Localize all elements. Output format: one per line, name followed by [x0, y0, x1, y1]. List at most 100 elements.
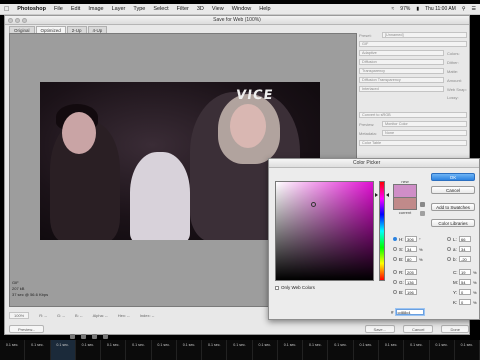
metadata-select[interactable]: None [382, 130, 467, 136]
first-frame-icon[interactable] [70, 334, 75, 339]
frame-delay-label[interactable]: 0.1 sec. [334, 343, 347, 347]
frame-delay-label[interactable]: 0.1 sec. [435, 343, 448, 347]
search-icon[interactable]: ⚲ [462, 6, 466, 12]
convert-srgb-checkbox[interactable]: Convert to sRGB [359, 112, 467, 118]
frame-delay-label[interactable]: 0.1 sec. [31, 343, 44, 347]
menu-image[interactable]: Image [88, 6, 103, 12]
lab-b-input[interactable]: -20 [459, 256, 471, 262]
frame-thumbnail[interactable]: 0.1 sec. [76, 340, 102, 360]
color-field-marker[interactable] [311, 202, 316, 207]
interlaced-checkbox[interactable]: Interlaced [359, 86, 444, 92]
menu-layer[interactable]: Layer [112, 6, 126, 12]
battery-percent[interactable]: 97% [400, 6, 410, 12]
cancel-button[interactable]: Cancel [402, 325, 434, 333]
menu-file[interactable]: File [54, 6, 63, 12]
menu-window[interactable]: Window [232, 6, 252, 12]
format-select[interactable]: GIF [359, 41, 467, 47]
frame-delay-label[interactable]: 0.1 sec. [461, 343, 474, 347]
clock[interactable]: Thu 11:00 AM [425, 6, 456, 12]
menu-help[interactable]: Help [259, 6, 270, 12]
menu-select[interactable]: Select [153, 6, 168, 12]
lab-a-radio[interactable] [447, 247, 451, 251]
dither-algorithm-select[interactable]: Diffusion [359, 59, 444, 65]
menu-view[interactable]: View [212, 6, 224, 12]
done-button[interactable]: Done [441, 325, 469, 333]
hue-input[interactable]: 306 [405, 236, 417, 242]
only-web-colors-checkbox[interactable] [275, 285, 279, 290]
frame-delay-label[interactable]: 0.1 sec. [233, 343, 246, 347]
frame-delay-label[interactable]: 0.1 sec. [258, 343, 271, 347]
frame-thumbnail[interactable]: 0.1 sec. [278, 340, 304, 360]
transparency-checkbox[interactable]: Transparency [359, 68, 444, 74]
frame-thumbnail[interactable]: 0.1 sec. [50, 340, 76, 360]
hue-radio[interactable] [393, 237, 397, 241]
close-window-icon[interactable] [8, 18, 13, 23]
lab-l-radio[interactable] [447, 237, 451, 241]
frame-thumbnail[interactable]: 0.1 sec. [328, 340, 354, 360]
transparency-dither-select[interactable]: Diffusion Transparency [359, 77, 444, 83]
hue-slider-left-arrow-icon[interactable] [375, 193, 378, 197]
picker-cancel-button[interactable]: Cancel [431, 186, 475, 194]
color-field[interactable] [275, 181, 374, 281]
frame-thumbnail[interactable]: 0.1 sec. [25, 340, 51, 360]
black-input[interactable]: 0 [459, 299, 471, 305]
color-libraries-button[interactable]: Color Libraries [431, 219, 475, 227]
red-input[interactable]: 205 [405, 269, 417, 275]
zoom-level-select[interactable]: 100% [9, 311, 30, 319]
preview-in-browser-button[interactable]: Preview... [9, 325, 45, 333]
frame-thumbnail[interactable]: 0.1 sec. [379, 340, 405, 360]
hue-slider[interactable] [379, 181, 385, 281]
frame-thumbnail[interactable]: 0.1 sec. [152, 340, 177, 360]
menu-filter[interactable]: Filter [177, 6, 189, 12]
blue-radio[interactable] [393, 290, 397, 294]
zoom-window-icon[interactable] [22, 18, 27, 23]
frame-delay-label[interactable]: 0.1 sec. [309, 343, 322, 347]
current-color-swatch[interactable] [393, 197, 417, 210]
brightness-radio[interactable] [393, 257, 397, 261]
prev-frame-icon[interactable] [81, 334, 86, 339]
blue-input[interactable]: 196 [405, 289, 417, 295]
frame-delay-label[interactable]: 0.1 sec. [410, 343, 423, 347]
frame-delay-label[interactable]: 0.1 sec. [183, 343, 196, 347]
frame-thumbnail[interactable]: 0.1 sec. [202, 340, 228, 360]
saturation-input[interactable]: 34 [405, 246, 417, 252]
frame-thumbnail[interactable]: 0.1 sec. [430, 340, 455, 360]
frame-delay-label[interactable]: 0.1 sec. [132, 343, 145, 347]
red-radio[interactable] [393, 270, 397, 274]
frame-delay-label[interactable]: 0.1 sec. [360, 343, 373, 347]
frame-thumbnail[interactable]: 0.1 sec. [404, 340, 430, 360]
wifi-icon[interactable]: ≈ [392, 6, 395, 12]
frame-delay-label[interactable]: 0.1 sec. [6, 343, 19, 347]
frame-thumbnail[interactable]: 0.1 sec. [354, 340, 379, 360]
menu-type[interactable]: Type [133, 6, 145, 12]
green-input[interactable]: 136 [405, 279, 417, 285]
hue-slider-right-arrow-icon[interactable] [386, 193, 389, 197]
lab-b-radio[interactable] [447, 257, 451, 261]
frame-delay-label[interactable]: 0.1 sec. [107, 343, 120, 347]
web-safe-cube-icon[interactable] [420, 211, 425, 216]
frame-delay-label[interactable]: 0.1 sec. [56, 343, 69, 347]
frame-delay-label[interactable]: 0.1 sec. [284, 343, 297, 347]
frame-thumbnail[interactable]: 0.1 sec. [455, 340, 480, 360]
lab-l-input[interactable]: 66 [459, 236, 471, 242]
frame-thumbnail[interactable]: 0.1 sec. [253, 340, 278, 360]
cyan-input[interactable]: 19 [459, 269, 471, 275]
frame-delay-label[interactable]: 0.1 sec. [157, 343, 170, 347]
hex-input[interactable]: cd88c4 [395, 309, 424, 315]
battery-icon[interactable]: ▮ [416, 6, 419, 12]
out-of-gamut-icon[interactable] [420, 202, 425, 207]
preview-select[interactable]: Monitor Color [382, 121, 467, 127]
play-icon[interactable] [92, 334, 97, 339]
reduction-select[interactable]: Adaptive [359, 50, 444, 56]
frame-thumbnail[interactable]: 0.1 sec. [0, 340, 26, 360]
menu-photoshop[interactable]: Photoshop [17, 6, 46, 12]
menu-3d[interactable]: 3D [197, 6, 204, 12]
frame-thumbnail[interactable]: 0.1 sec. [177, 340, 203, 360]
frame-thumbnail[interactable]: 0.1 sec. [101, 340, 127, 360]
ok-button[interactable]: OK [431, 173, 475, 181]
add-to-swatches-button[interactable]: Add to Swatches [431, 203, 475, 211]
minimize-window-icon[interactable] [15, 18, 20, 23]
preset-select[interactable]: [Unnamed] [382, 32, 467, 38]
frame-delay-label[interactable]: 0.1 sec. [82, 343, 95, 347]
frame-thumbnail[interactable]: 0.1 sec. [303, 340, 329, 360]
